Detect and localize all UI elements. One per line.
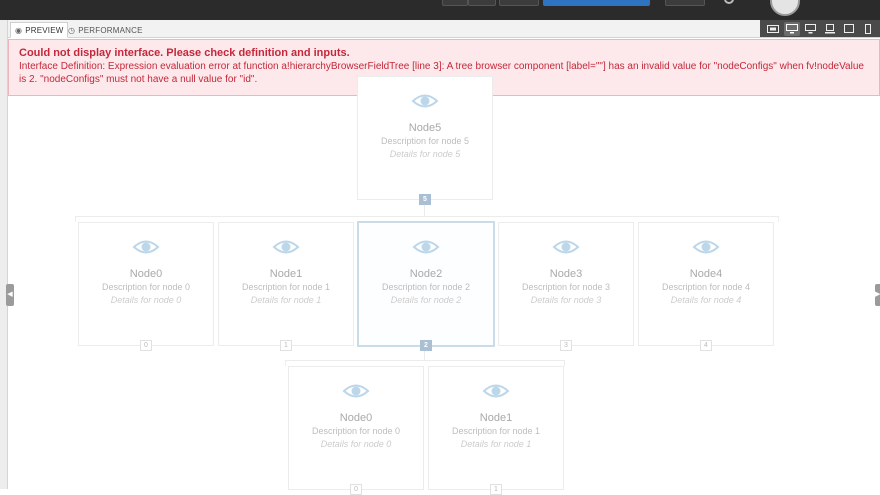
node-description: Description for node 5: [380, 136, 470, 146]
node-badge: 0: [140, 340, 152, 351]
node-badge: 5: [419, 194, 431, 205]
fit-icon[interactable]: [765, 22, 781, 36]
preview-tabbar: ◉ PREVIEW ◷ PERFORMANCE: [8, 20, 880, 38]
node-details: Details for node 4: [670, 295, 742, 305]
node-description: Description for node 2: [381, 282, 471, 292]
tree-node[interactable]: Node0 Description for node 0 Details for…: [288, 366, 424, 495]
node-title: Node4: [689, 268, 723, 280]
node-description: Description for node 1: [451, 426, 541, 436]
node-details: Details for node 5: [389, 149, 461, 159]
phone-icon[interactable]: [860, 22, 876, 36]
eye-icon: [552, 240, 580, 254]
desktop-icon[interactable]: [783, 21, 800, 36]
node-badge: 1: [280, 340, 292, 351]
node-title: Node2: [409, 268, 443, 280]
node-badge: 0: [350, 484, 362, 495]
tree-connector: [564, 360, 565, 366]
primary-action-button[interactable]: [543, 0, 650, 6]
eye-icon: [482, 384, 510, 398]
node-title: Node0: [129, 268, 163, 280]
header-button[interactable]: [499, 0, 539, 6]
tree-connector: [75, 216, 76, 222]
eye-icon: [411, 94, 439, 108]
node-title: Node5: [408, 122, 442, 134]
clock-icon: ◷: [68, 25, 76, 35]
header-button[interactable]: [442, 0, 468, 6]
header-button[interactable]: [468, 0, 496, 6]
node-details: Details for node 0: [110, 295, 182, 305]
node-title: Node1: [479, 412, 513, 424]
node-description: Description for node 0: [311, 426, 401, 436]
tablet-landscape-icon[interactable]: [841, 22, 857, 36]
device-preview-toolbar: [760, 20, 880, 37]
node-title: Node1: [269, 268, 303, 280]
laptop-icon[interactable]: [822, 22, 838, 36]
eye-icon: [272, 240, 300, 254]
tree-node[interactable]: Node0 Description for node 0 Details for…: [78, 222, 214, 351]
tree-node[interactable]: Node1 Description for node 1 Details for…: [218, 222, 354, 351]
tree-connector: [285, 360, 286, 366]
node-title: Node0: [339, 412, 373, 424]
app-header: [0, 0, 880, 20]
eye-icon: [412, 240, 440, 254]
node-badge: 2: [420, 340, 432, 351]
tree-node-selected[interactable]: Node2 Description for node 2 Details for…: [357, 221, 495, 351]
node-badge: 4: [700, 340, 712, 351]
error-heading: Could not display interface. Please chec…: [19, 47, 350, 59]
tab-label: PERFORMANCE: [78, 25, 143, 35]
tree-connector: [778, 216, 779, 222]
node-description: Description for node 3: [521, 282, 611, 292]
tree-node[interactable]: Node1 Description for node 1 Details for…: [428, 366, 564, 495]
tree-connector: [285, 360, 565, 361]
hierarchy-tree-browser: Node5 Description for node 5 Details for…: [8, 76, 880, 495]
tree-node-root[interactable]: Node5 Description for node 5 Details for…: [357, 76, 493, 205]
tab-performance[interactable]: ◷ PERFORMANCE: [64, 22, 147, 38]
eye-icon: [692, 240, 720, 254]
eye-icon: [342, 384, 370, 398]
eye-icon: ◉: [15, 25, 23, 35]
node-description: Description for node 0: [101, 282, 191, 292]
tree-node[interactable]: Node3 Description for node 3 Details for…: [498, 222, 634, 351]
avatar[interactable]: [770, 0, 800, 16]
node-details: Details for node 2: [390, 295, 462, 305]
tree-node[interactable]: Node4 Description for node 4 Details for…: [638, 222, 774, 351]
node-description: Description for node 1: [241, 282, 331, 292]
node-badge: 1: [490, 484, 502, 495]
eye-icon: [132, 240, 160, 254]
node-description: Description for node 4: [661, 282, 751, 292]
monitor-icon[interactable]: [803, 22, 819, 36]
node-details: Details for node 0: [320, 439, 392, 449]
tab-label: PREVIEW: [25, 25, 64, 35]
header-button[interactable]: [665, 0, 705, 6]
node-title: Node3: [549, 268, 583, 280]
left-panel-rail: [0, 20, 8, 489]
tab-preview[interactable]: ◉ PREVIEW: [10, 22, 69, 38]
node-badge: 3: [560, 340, 572, 351]
search-icon[interactable]: [724, 0, 734, 4]
node-details: Details for node 1: [460, 439, 532, 449]
tree-connector: [75, 216, 779, 217]
node-details: Details for node 3: [530, 295, 602, 305]
node-details: Details for node 1: [250, 295, 322, 305]
